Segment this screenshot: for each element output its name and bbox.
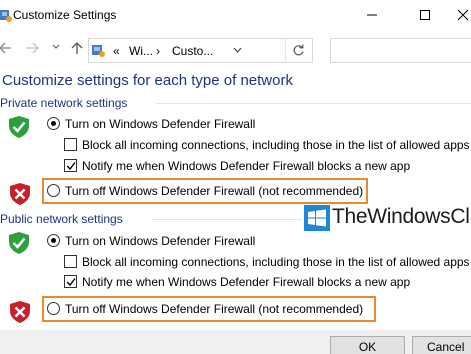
refresh-button[interactable] <box>285 39 311 62</box>
private-turn-off-label: Turn off Windows Defender Firewall (not … <box>65 184 364 198</box>
cancel-button[interactable]: Cancel <box>412 336 471 354</box>
maximize-button[interactable] <box>410 4 440 26</box>
red-shield-x-icon <box>10 183 30 205</box>
search-input[interactable] <box>330 38 471 63</box>
private-network-title: Private network settings <box>0 96 128 110</box>
back-arrow-icon[interactable] <box>0 41 12 55</box>
breadcrumb-separator: « <box>113 44 120 58</box>
close-button[interactable] <box>448 4 471 26</box>
public-notify-label: Notify me when Windows Defender Firewall… <box>82 275 411 289</box>
public-block-all-checkbox[interactable] <box>64 255 77 268</box>
dialog-footer: OK Cancel <box>0 330 471 354</box>
breadcrumb-arrow: › <box>156 44 160 58</box>
green-shield-check-icon <box>9 116 29 138</box>
close-icon <box>457 9 469 21</box>
public-turn-on-radio[interactable] <box>47 234 60 247</box>
private-turn-on-radio[interactable] <box>47 117 60 130</box>
forward-arrow-icon[interactable] <box>25 41 39 55</box>
window-title: Customize Settings <box>13 8 117 22</box>
checkmark-icon <box>66 162 76 171</box>
maximize-icon <box>420 10 430 20</box>
public-turn-off-radio[interactable] <box>47 302 60 315</box>
private-notify-checkbox[interactable] <box>64 159 77 172</box>
watermark-text: TheWindowsClub <box>332 205 471 228</box>
green-shield-check-icon <box>9 232 29 254</box>
control-panel-icon <box>92 45 105 57</box>
page-title: Customize settings for each type of netw… <box>2 72 293 89</box>
address-bar[interactable]: « Wi... › Custo... <box>88 38 313 63</box>
windows-logo-icon <box>304 205 330 231</box>
dropdown-icon[interactable] <box>233 47 242 54</box>
refresh-icon <box>293 44 304 56</box>
control-panel-icon <box>0 10 12 22</box>
private-turn-off-radio[interactable] <box>47 184 60 197</box>
navigation-bar: « Wi... › Custo... <box>0 31 471 69</box>
up-arrow-icon[interactable] <box>70 41 84 55</box>
public-turn-off-label: Turn off Windows Defender Firewall (not … <box>65 302 364 316</box>
breadcrumb-item-windows-defender[interactable]: Wi... <box>129 44 153 58</box>
title-bar: Customize Settings <box>0 0 471 31</box>
public-network-title: Public network settings <box>0 212 123 226</box>
minimize-icon <box>367 14 377 16</box>
recent-locations-icon[interactable] <box>52 43 60 51</box>
private-notify-label: Notify me when Windows Defender Firewall… <box>82 159 411 173</box>
public-notify-checkbox[interactable] <box>64 275 77 288</box>
checkmark-icon <box>66 278 76 287</box>
breadcrumb-item-customize[interactable]: Custo... <box>172 44 213 58</box>
private-block-all-checkbox[interactable] <box>64 138 77 151</box>
public-block-all-label: Block all incoming connections, includin… <box>82 255 470 269</box>
section-divider <box>156 103 471 104</box>
minimize-button[interactable] <box>357 4 387 26</box>
ok-button[interactable]: OK <box>330 336 405 354</box>
private-turn-on-label: Turn on Windows Defender Firewall <box>65 117 256 131</box>
private-block-all-label: Block all incoming connections, includin… <box>82 138 470 152</box>
public-turn-on-label: Turn on Windows Defender Firewall <box>65 234 256 248</box>
section-divider <box>152 219 302 220</box>
red-shield-x-icon <box>10 301 30 323</box>
